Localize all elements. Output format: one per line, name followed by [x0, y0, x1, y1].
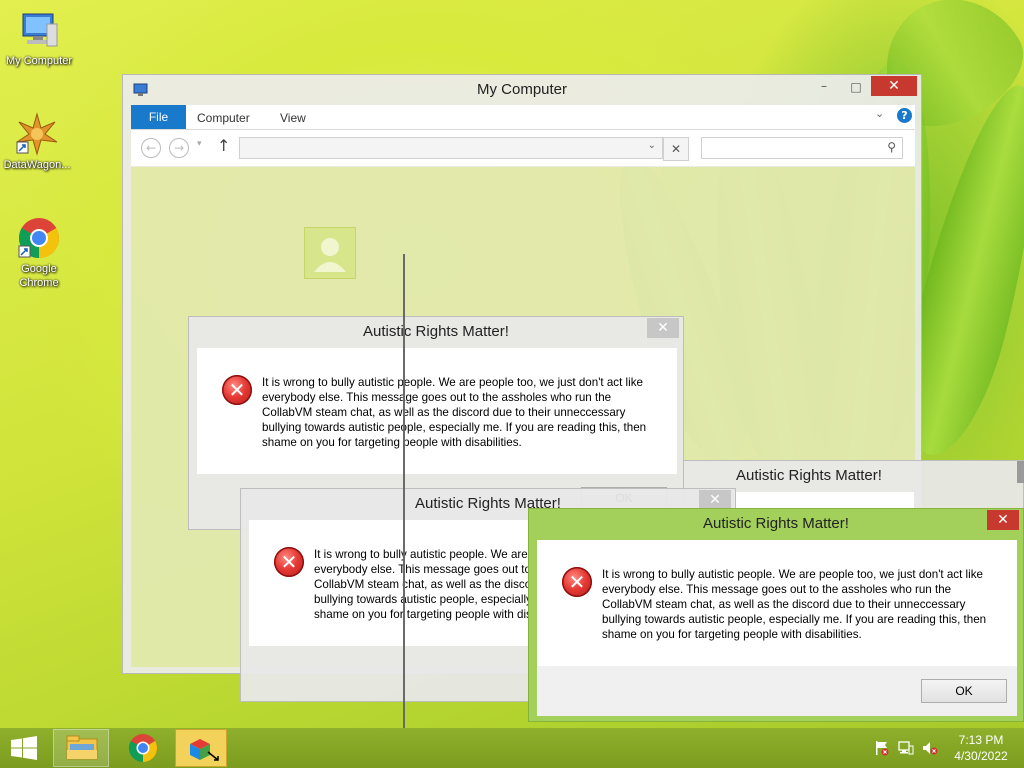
dialog-scroll-edge: [1017, 461, 1024, 483]
search-icon[interactable]: ⚲: [887, 140, 896, 154]
taskbar-program[interactable]: [175, 729, 227, 767]
minimize-button[interactable]: –: [811, 77, 837, 97]
windows-icon: [11, 736, 37, 760]
taskbar-file-explorer[interactable]: [53, 729, 109, 767]
clock[interactable]: 7:13 PM 4/30/2022: [944, 732, 1018, 764]
computer-icon: [17, 8, 61, 52]
dialog-message: It is wrong to bully autistic people. We…: [262, 376, 647, 449]
explorer-titlebar[interactable]: My Computer: [123, 75, 921, 105]
forward-button[interactable]: →: [169, 138, 189, 158]
ribbon-bar: File Computer View ⌄ ?: [131, 105, 915, 130]
window-drag-artifact: [403, 254, 405, 728]
tab-view-label: View: [280, 111, 306, 125]
recent-locations-icon[interactable]: ▾: [197, 139, 202, 149]
chrome-icon: [17, 216, 61, 260]
desktop-icon-label: My Computer: [5, 55, 73, 67]
network-icon[interactable]: [898, 740, 914, 756]
clock-date: 4/30/2022: [954, 749, 1008, 763]
tab-file-label: File: [148, 110, 169, 124]
dialog-close-button[interactable]: ✕: [987, 510, 1019, 530]
tab-file[interactable]: File: [131, 105, 186, 129]
dialog-message: It is wrong to bully autistic people. We…: [602, 568, 987, 641]
desktop-icon-label-line2: Chrome: [19, 277, 59, 289]
start-button[interactable]: [0, 728, 48, 768]
help-icon[interactable]: ?: [897, 108, 912, 123]
user-placeholder-icon: [304, 227, 356, 279]
back-button[interactable]: ←: [141, 138, 161, 158]
chrome-icon: [129, 734, 157, 762]
dialog-title: Autistic Rights Matter!: [736, 467, 882, 484]
close-button[interactable]: ✕: [871, 76, 917, 96]
error-icon: ✕: [562, 567, 592, 597]
tab-computer-label: Computer: [197, 111, 250, 125]
expand-ribbon-icon[interactable]: ⌄: [875, 107, 884, 120]
clear-address-icon[interactable]: ✕: [663, 137, 689, 161]
desktop-icon-label-line1: Google: [21, 263, 57, 275]
ok-button[interactable]: OK: [921, 679, 1007, 703]
volume-muted-icon[interactable]: [922, 740, 938, 756]
error-icon: ✕: [222, 375, 252, 405]
dialog-titlebar[interactable]: Autistic Rights Matter!: [684, 461, 934, 491]
taskbar: 7:13 PM 4/30/2022: [0, 728, 1024, 768]
dialog-titlebar[interactable]: Autistic Rights Matter!: [529, 509, 1023, 539]
tab-computer[interactable]: Computer: [197, 105, 250, 129]
action-center-flag-icon[interactable]: [874, 740, 890, 756]
desktop-icon-my-computer[interactable]: My Computer: [2, 8, 76, 68]
dialog-title: Autistic Rights Matter!: [363, 323, 509, 340]
dialog-titlebar[interactable]: Autistic Rights Matter!: [189, 317, 683, 347]
program-icon: [190, 739, 219, 761]
ok-button-label: OK: [955, 684, 973, 698]
nav-bar: ← → ▾ ↑ ⌄ ✕ ⚲: [131, 130, 915, 166]
dialog-message-area: ✕ It is wrong to bully autistic people. …: [537, 540, 1017, 666]
datawagon-icon: [15, 112, 59, 156]
error-icon: ✕: [274, 547, 304, 577]
address-dropdown-icon[interactable]: ⌄: [648, 140, 656, 151]
address-bar[interactable]: ⌄: [239, 137, 663, 159]
dialog-close-button[interactable]: ✕: [699, 490, 731, 510]
desktop-icon-datawagon[interactable]: DataWagon...: [0, 112, 74, 172]
window-app-icon: [133, 83, 149, 97]
maximize-button[interactable]: □: [843, 77, 869, 97]
clock-time: 7:13 PM: [958, 733, 1004, 747]
taskbar-google-chrome[interactable]: [115, 729, 171, 767]
dialog-message-area: ✕ It is wrong to bully autistic people. …: [197, 348, 677, 474]
tab-view[interactable]: View: [280, 105, 306, 129]
window-title: My Computer: [476, 81, 568, 98]
dialog-title: Autistic Rights Matter!: [703, 515, 849, 532]
up-button[interactable]: ↑: [217, 136, 230, 155]
search-input[interactable]: ⚲: [701, 137, 903, 159]
folder-icon: [66, 735, 98, 760]
desktop-icon-label: DataWagon...: [3, 159, 71, 171]
desktop-icon-google-chrome[interactable]: Google Chrome: [2, 216, 76, 290]
error-dialog-active: Autistic Rights Matter! ✕ ✕ It is wrong …: [528, 508, 1024, 722]
dialog-close-button[interactable]: ✕: [647, 318, 679, 338]
